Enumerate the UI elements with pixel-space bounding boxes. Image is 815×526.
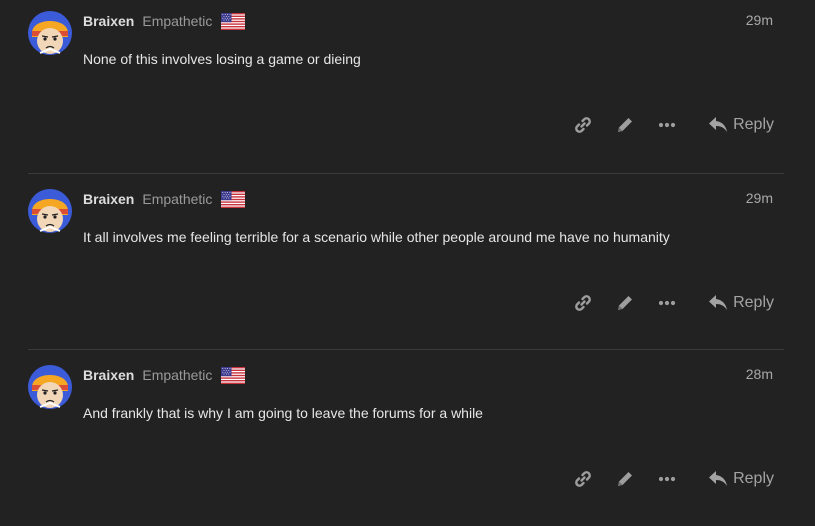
reply-button[interactable]: Reply bbox=[708, 291, 774, 315]
reply-button[interactable]: Reply bbox=[708, 113, 774, 137]
user-avatar[interactable] bbox=[28, 365, 72, 409]
post: Braixen Empathetic 28m And frankly that … bbox=[28, 349, 784, 526]
username[interactable]: Braixen bbox=[83, 13, 134, 29]
post-body: And frankly that is why I am going to le… bbox=[83, 405, 483, 421]
pencil-icon bbox=[615, 293, 635, 313]
post-actions: Reply bbox=[562, 291, 784, 315]
link-icon bbox=[573, 115, 593, 135]
reply-arrow-icon bbox=[708, 116, 728, 134]
pencil-icon bbox=[615, 115, 635, 135]
ellipsis-icon bbox=[657, 293, 677, 313]
post-time[interactable]: 28m bbox=[746, 366, 773, 382]
user-title: Empathetic bbox=[142, 13, 213, 29]
post: Braixen Empathetic 29m None of this invo… bbox=[28, 0, 784, 172]
post-actions: Reply bbox=[562, 467, 784, 491]
reply-label: Reply bbox=[733, 116, 774, 133]
pencil-icon bbox=[615, 469, 635, 489]
post-body: It all involves me feeling terrible for … bbox=[83, 229, 670, 245]
post-meta: Braixen Empathetic bbox=[83, 365, 245, 385]
reply-label: Reply bbox=[733, 294, 774, 311]
more-actions-button[interactable] bbox=[646, 291, 688, 315]
edit-button[interactable] bbox=[604, 113, 646, 137]
post: Braixen Empathetic 29m It all involves m… bbox=[28, 173, 784, 350]
ellipsis-icon bbox=[657, 115, 677, 135]
us-flag-icon bbox=[221, 13, 245, 30]
post-body: None of this involves losing a game or d… bbox=[83, 51, 361, 67]
user-avatar[interactable] bbox=[28, 189, 72, 233]
edit-button[interactable] bbox=[604, 467, 646, 491]
copy-link-button[interactable] bbox=[562, 291, 604, 315]
post-meta: Braixen Empathetic bbox=[83, 189, 245, 209]
copy-link-button[interactable] bbox=[562, 467, 604, 491]
user-avatar[interactable] bbox=[28, 11, 72, 55]
post-meta: Braixen Empathetic bbox=[83, 11, 245, 31]
user-title: Empathetic bbox=[142, 191, 213, 207]
us-flag-icon bbox=[221, 367, 245, 384]
us-flag-icon bbox=[221, 191, 245, 208]
reply-label: Reply bbox=[733, 470, 774, 487]
post-time[interactable]: 29m bbox=[746, 12, 773, 28]
link-icon bbox=[573, 293, 593, 313]
reply-arrow-icon bbox=[708, 294, 728, 312]
post-stream: Braixen Empathetic 29m None of this invo… bbox=[0, 0, 815, 490]
reply-button[interactable]: Reply bbox=[708, 467, 774, 491]
link-icon bbox=[573, 469, 593, 489]
more-actions-button[interactable] bbox=[646, 467, 688, 491]
copy-link-button[interactable] bbox=[562, 113, 604, 137]
user-title: Empathetic bbox=[142, 367, 213, 383]
post-actions: Reply bbox=[562, 113, 784, 137]
edit-button[interactable] bbox=[604, 291, 646, 315]
ellipsis-icon bbox=[657, 469, 677, 489]
reply-arrow-icon bbox=[708, 470, 728, 488]
more-actions-button[interactable] bbox=[646, 113, 688, 137]
post-time[interactable]: 29m bbox=[746, 190, 773, 206]
username[interactable]: Braixen bbox=[83, 191, 134, 207]
username[interactable]: Braixen bbox=[83, 367, 134, 383]
